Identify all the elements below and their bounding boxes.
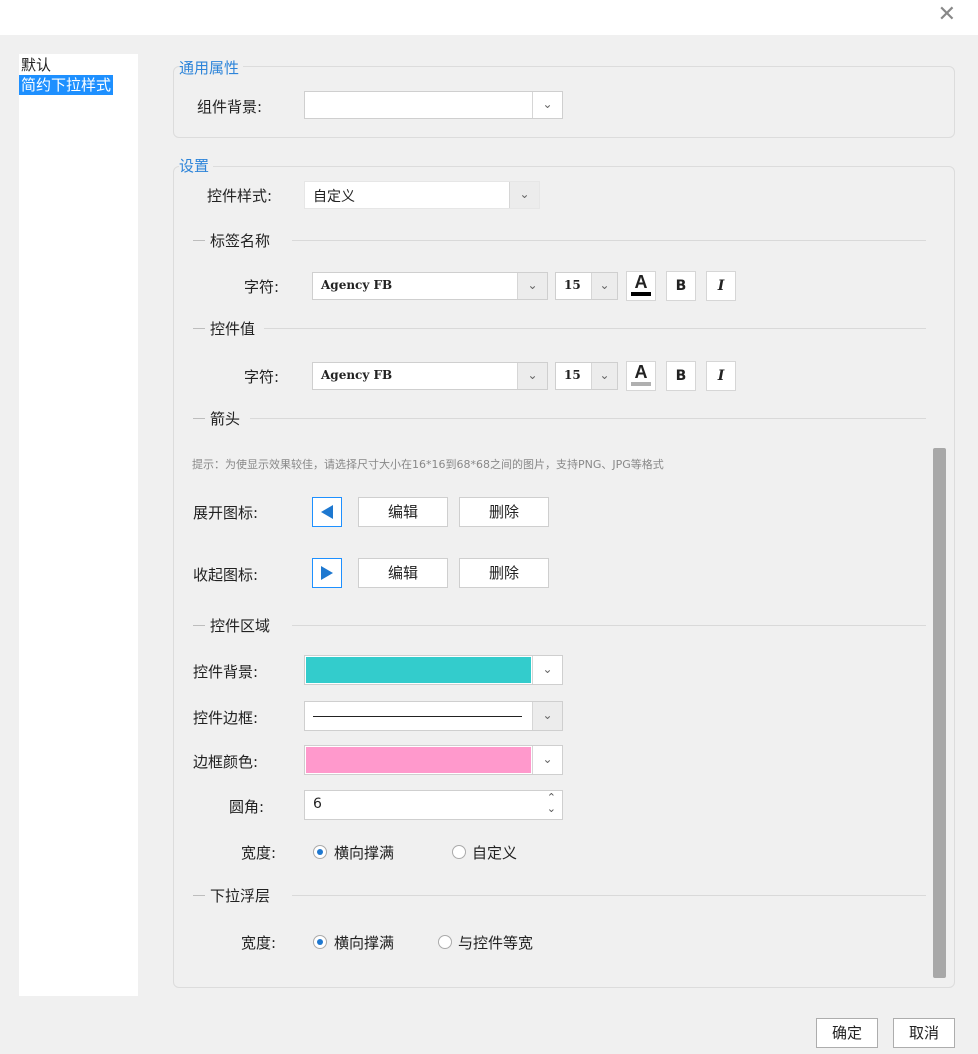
dropdown-layer-section-title: 下拉浮层 — [210, 887, 271, 905]
radio-dot — [317, 849, 323, 855]
control-bg-color-select[interactable]: ⌄ — [304, 655, 563, 685]
divider — [292, 240, 926, 241]
value-size-value: 15 — [564, 368, 581, 382]
control-style-select[interactable]: 自定义 ⌄ — [304, 181, 540, 209]
divider — [193, 240, 205, 241]
label-italic-button[interactable]: I — [706, 271, 736, 301]
triangle-left-icon — [321, 505, 333, 519]
collapse-icon-label: 收起图标: — [193, 566, 259, 584]
chevron-down-icon[interactable]: ⌄ — [532, 702, 562, 730]
arrow-section-title: 箭头 — [210, 410, 241, 428]
control-border-label: 控件边框: — [193, 709, 259, 727]
layer-width-fill-label[interactable]: 横向撑满 — [334, 932, 394, 953]
area-width-custom-radio[interactable] — [452, 845, 466, 859]
expand-edit-button[interactable]: 编辑 — [358, 497, 448, 527]
divider — [264, 328, 926, 329]
settings-title: 设置 — [179, 155, 214, 176]
collapse-icon-preview[interactable] — [312, 558, 342, 588]
font-color-swatch — [631, 292, 651, 296]
divider — [193, 895, 205, 896]
title-bar — [0, 0, 978, 35]
radius-label: 圆角: — [229, 798, 265, 816]
divider — [193, 625, 205, 626]
control-border-select[interactable]: ⌄ — [304, 701, 563, 731]
label-char-label: 字符: — [244, 278, 280, 296]
divider — [292, 895, 926, 896]
label-bold-button[interactable]: B — [666, 271, 696, 301]
area-width-label: 宽度: — [241, 844, 277, 862]
layer-width-equal-radio[interactable] — [438, 935, 452, 949]
expand-delete-button[interactable]: 删除 — [459, 497, 549, 527]
value-font-select[interactable]: Agency FB ⌄ — [312, 362, 548, 390]
control-style-value: 自定义 — [313, 189, 355, 205]
radius-value: 6 — [313, 796, 322, 812]
layer-width-fill-radio[interactable] — [313, 935, 327, 949]
label-font-color-button[interactable]: A — [626, 271, 656, 301]
chevron-down-icon[interactable]: ⌄ — [532, 746, 562, 774]
radius-spinner[interactable]: 6 ⌃ ⌄ — [304, 790, 563, 820]
label-size-value: 15 — [564, 278, 581, 292]
image-size-hint: 提示：为使显示效果较佳，请选择尺寸大小在16*16到68*68之间的图片，支持P… — [192, 458, 664, 471]
scrollbar-thumb[interactable] — [933, 448, 946, 978]
border-color-label: 边框颜色: — [193, 753, 259, 771]
label-name-section-title: 标签名称 — [210, 232, 271, 250]
ok-button[interactable]: 确定 — [816, 1018, 878, 1048]
style-list-item-simple-dropdown[interactable]: 简约下拉样式 — [19, 75, 114, 95]
divider — [193, 418, 205, 419]
control-style-label: 控件样式: — [207, 187, 273, 205]
general-properties-group — [173, 66, 955, 138]
layer-width-equal-label[interactable]: 与控件等宽 — [458, 932, 533, 953]
control-bg-swatch — [306, 657, 531, 683]
value-font-color-button[interactable]: A — [626, 361, 656, 391]
chevron-down-icon[interactable]: ⌄ — [509, 182, 539, 208]
triangle-right-icon — [321, 566, 333, 580]
divider — [250, 418, 926, 419]
font-color-swatch — [631, 382, 651, 386]
divider — [193, 328, 205, 329]
style-list: 默认 简约下拉样式 — [19, 54, 138, 996]
control-area-section-title: 控件区域 — [210, 617, 271, 635]
expand-icon-label: 展开图标: — [193, 504, 259, 522]
value-font-value: Agency FB — [321, 368, 393, 382]
border-color-swatch — [306, 747, 531, 773]
chevron-down-icon[interactable]: ⌄ — [591, 273, 617, 299]
value-char-label: 字符: — [244, 368, 280, 386]
component-bg-label: 组件背景: — [197, 98, 263, 116]
collapse-edit-button[interactable]: 编辑 — [358, 558, 448, 588]
expand-icon-preview[interactable] — [312, 497, 342, 527]
spinner-down-icon[interactable]: ⌄ — [547, 802, 556, 815]
close-icon[interactable]: ✕ — [938, 2, 956, 28]
area-width-fill-radio[interactable] — [313, 845, 327, 859]
general-properties-title: 通用属性 — [179, 57, 244, 78]
chevron-down-icon[interactable]: ⌄ — [532, 92, 562, 118]
layer-width-label: 宽度: — [241, 934, 277, 952]
area-width-custom-label[interactable]: 自定义 — [472, 842, 517, 863]
label-font-value: Agency FB — [321, 278, 393, 292]
chevron-down-icon[interactable]: ⌄ — [517, 273, 547, 299]
chevron-down-icon[interactable]: ⌄ — [532, 656, 562, 684]
component-bg-select[interactable]: ⌄ — [304, 91, 563, 119]
collapse-delete-button[interactable]: 删除 — [459, 558, 549, 588]
style-list-item-default[interactable]: 默认 — [19, 55, 53, 75]
value-size-select[interactable]: 15 ⌄ — [555, 362, 618, 390]
area-width-fill-label[interactable]: 横向撑满 — [334, 842, 394, 863]
label-size-select[interactable]: 15 ⌄ — [555, 272, 618, 300]
label-font-select[interactable]: Agency FB ⌄ — [312, 272, 548, 300]
border-color-select[interactable]: ⌄ — [304, 745, 563, 775]
cancel-button[interactable]: 取消 — [893, 1018, 955, 1048]
control-bg-label: 控件背景: — [193, 663, 259, 681]
value-bold-button[interactable]: B — [666, 361, 696, 391]
control-value-section-title: 控件值 — [210, 320, 256, 338]
radio-dot — [317, 939, 323, 945]
divider — [292, 625, 926, 626]
chevron-down-icon[interactable]: ⌄ — [591, 363, 617, 389]
border-line-preview — [313, 716, 522, 717]
value-italic-button[interactable]: I — [706, 361, 736, 391]
chevron-down-icon[interactable]: ⌄ — [517, 363, 547, 389]
